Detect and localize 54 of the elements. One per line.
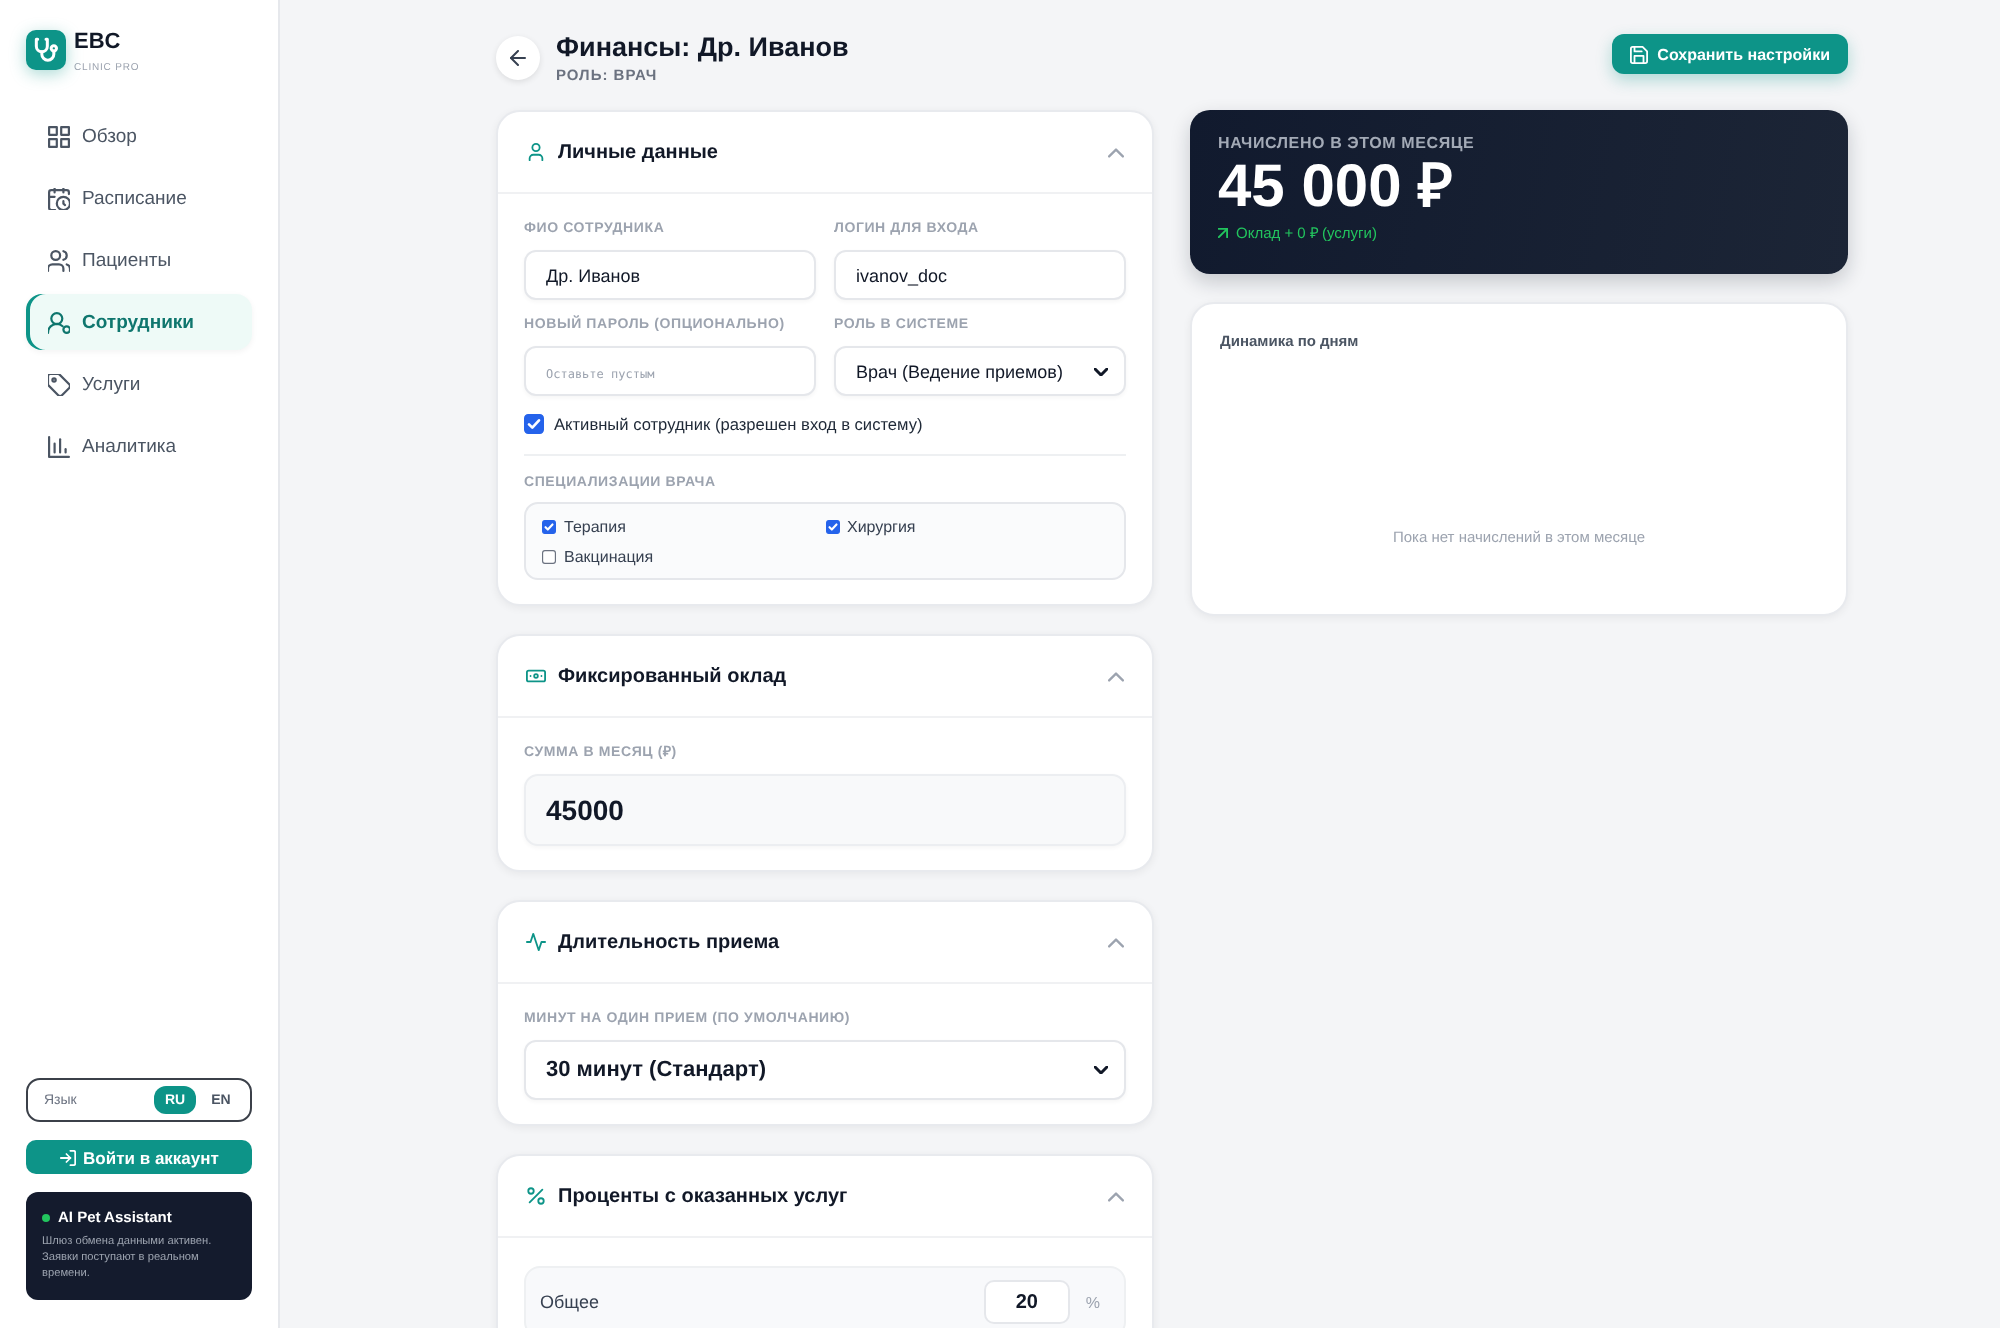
page-title: Финансы: Др. Иванов xyxy=(556,30,849,64)
login-icon xyxy=(59,1149,76,1165)
section-title: Фиксированный оклад xyxy=(558,665,787,687)
chevron-up-icon[interactable] xyxy=(1108,937,1124,947)
nav-item[interactable]: Аналитика xyxy=(26,418,252,474)
nav-item[interactable]: Расписание xyxy=(26,170,252,226)
rate-label: Общее xyxy=(540,1292,601,1312)
checkbox[interactable] xyxy=(524,414,544,434)
checkbox-label: Вакцинация xyxy=(564,547,654,565)
checkbox-label: Активный сотрудник (разрешен вход в систему) xyxy=(554,414,923,434)
text-input[interactable]: Др. Иванов xyxy=(524,250,816,300)
grid-icon xyxy=(48,125,70,147)
summary-amount: 45 000 ₽ xyxy=(1218,154,1455,220)
caret-icon xyxy=(1094,367,1108,375)
stethoscope-logo-icon xyxy=(26,30,66,70)
calendar-clock-icon xyxy=(48,187,70,209)
back-arrow-icon xyxy=(510,49,526,65)
users-icon xyxy=(48,249,70,271)
dropdown[interactable]: 30 минут (Стандарт) xyxy=(524,1040,1126,1100)
tag-icon xyxy=(48,373,70,395)
amount-input[interactable]: 45000 xyxy=(524,774,1126,846)
section-title: Проценты с оказанных услуг xyxy=(558,1185,848,1207)
arrow-up-right-icon xyxy=(1218,227,1228,237)
banknote-icon xyxy=(526,666,546,686)
brand-name: EBC xyxy=(74,30,123,54)
chevron-up-icon[interactable] xyxy=(1108,147,1124,157)
section-title: Личные данные xyxy=(558,141,718,163)
login-button[interactable]: Войти в аккаунт xyxy=(26,1140,252,1174)
checkbox[interactable] xyxy=(542,519,556,533)
chevron-up-icon[interactable] xyxy=(1108,671,1124,681)
text-input[interactable]: ivanov_doc xyxy=(834,250,1126,300)
pulse-line-icon xyxy=(526,932,546,952)
caret-icon xyxy=(1094,1066,1108,1074)
checkbox[interactable] xyxy=(542,549,556,563)
back-button[interactable] xyxy=(496,35,540,79)
percent-icon xyxy=(526,1186,546,1206)
summary-label: НАЧИСЛЕНО В ЭТОМ МЕСЯЦЕ xyxy=(1218,134,1477,154)
nav-item[interactable]: Обзор xyxy=(26,108,252,164)
checkbox[interactable] xyxy=(825,519,839,533)
dropdown[interactable]: Врач (Ведение приемов) xyxy=(834,346,1126,396)
nav-item[interactable]: Услуги xyxy=(26,356,252,412)
section-title: Длительность приема xyxy=(558,931,780,953)
checkbox-label: Терапия xyxy=(564,517,626,535)
chevron-up-icon[interactable] xyxy=(1108,1191,1124,1201)
bar-chart-icon xyxy=(48,435,70,457)
percent-input[interactable]: 20 xyxy=(983,1280,1070,1324)
person-icon xyxy=(48,311,70,333)
save-icon xyxy=(1629,45,1648,63)
unit-label: % xyxy=(1085,1293,1100,1311)
checkbox-label: Хирургия xyxy=(847,517,916,535)
save-button[interactable]: Сохранить настройки xyxy=(1611,34,1848,74)
user-icon xyxy=(526,142,546,162)
nav-item[interactable]: Пациенты xyxy=(26,232,252,288)
nav-item[interactable]: Сотрудники xyxy=(26,294,252,350)
